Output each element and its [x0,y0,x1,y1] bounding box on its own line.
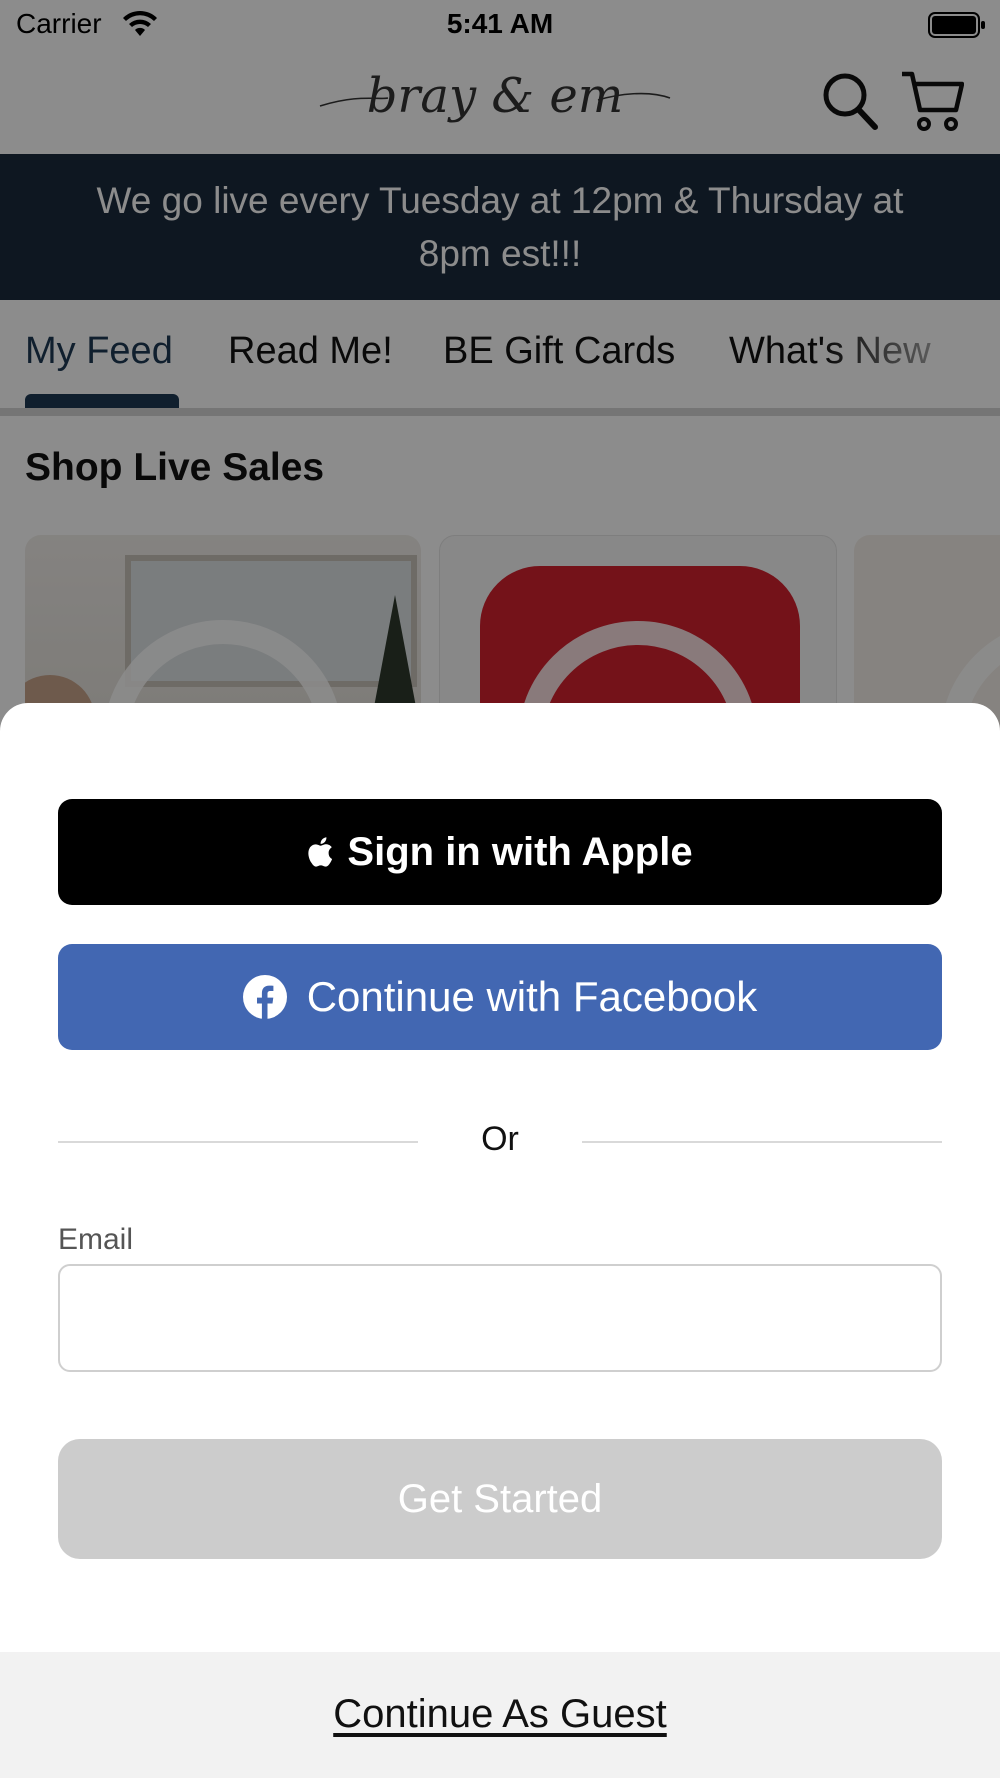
sign-in-with-apple-button[interactable]: Sign in with Apple [58,799,942,905]
get-started-button[interactable]: Get Started [58,1439,942,1559]
or-divider-text: Or [481,1120,519,1158]
continue-with-facebook-button[interactable]: Continue with Facebook [58,944,942,1050]
email-label: Email [58,1223,134,1256]
app-screen: Carrier 5:41 AM bray & em We go live eve… [0,0,1000,1778]
divider-line-right [582,1141,942,1143]
get-started-label: Get Started [397,1476,603,1521]
sign-in-sheet: Sign in with Apple Continue with Faceboo… [0,703,1000,1778]
continue-as-guest-link[interactable]: Continue As Guest [0,1692,1000,1737]
facebook-button-label: Continue with Facebook [306,973,758,1020]
guest-footer: Continue As Guest [0,1652,1000,1778]
facebook-icon [242,975,287,1019]
apple-icon [308,837,333,867]
apple-button-label: Sign in with Apple [347,829,693,874]
email-input[interactable] [58,1264,942,1372]
